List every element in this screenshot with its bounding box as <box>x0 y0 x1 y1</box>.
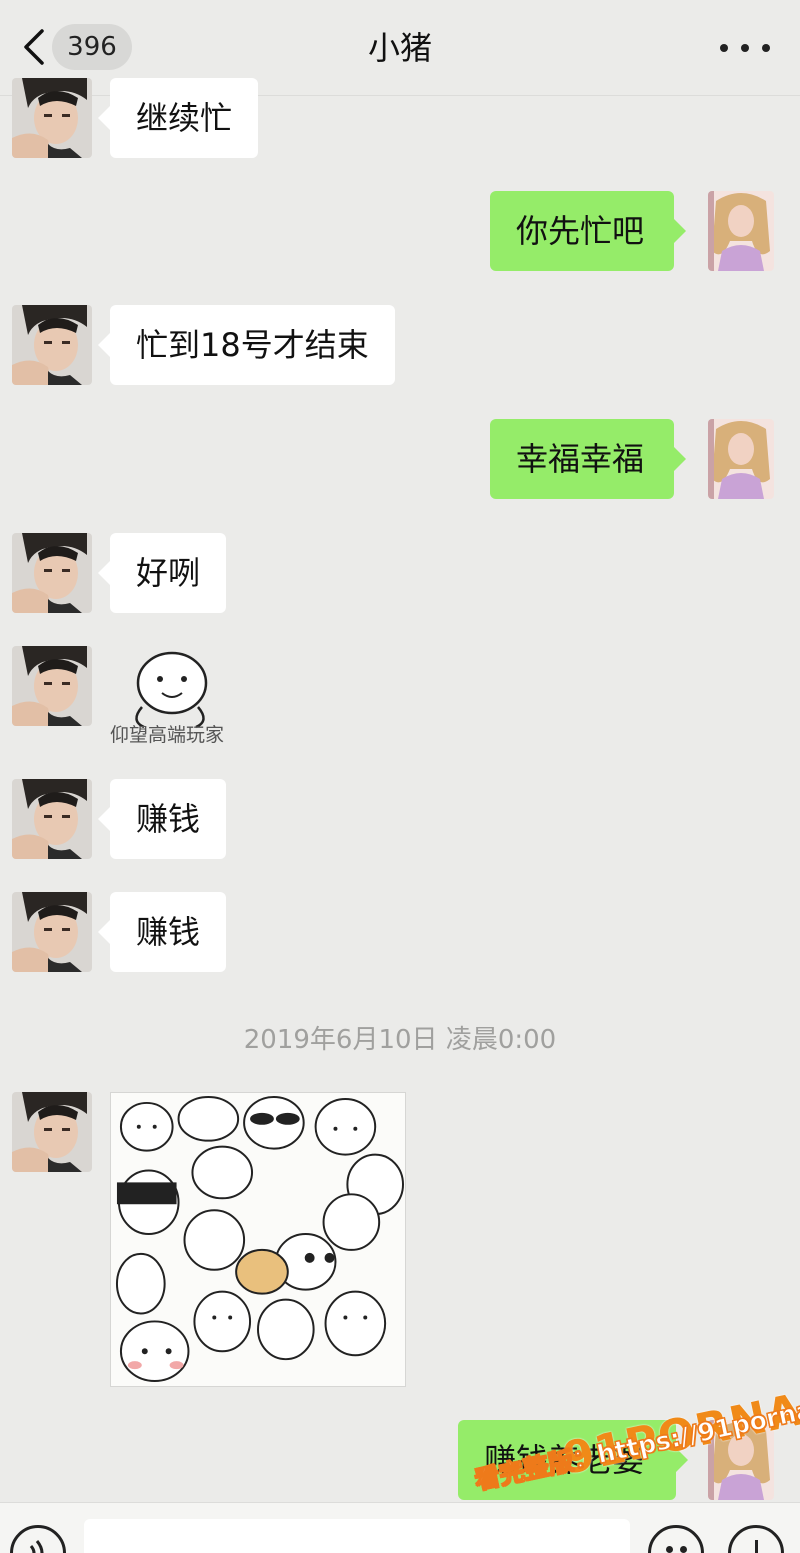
my-avatar[interactable] <box>708 191 774 271</box>
ellipsis-icon <box>720 44 728 52</box>
voice-icon <box>29 1540 44 1553</box>
message-bubble-outgoing[interactable]: 你先忙吧 <box>490 191 686 271</box>
contact-avatar[interactable] <box>12 305 92 385</box>
message-bubble-incoming[interactable]: 忙到18号才结束 <box>98 305 395 385</box>
message-timestamp: 2019年6月10日 凌晨0:00 <box>243 1025 557 1055</box>
input-bar <box>0 1502 800 1553</box>
message-bubble-incoming[interactable]: 赚钱 <box>97 779 227 859</box>
emoji-icon <box>666 1546 673 1553</box>
meme-image[interactable] <box>110 1092 406 1387</box>
contact-avatar[interactable] <box>12 892 92 972</box>
message-bubble-outgoing[interactable]: 幸福幸福 <box>490 419 686 499</box>
message-bubble-incoming[interactable]: 继续忙 <box>97 78 259 158</box>
contact-name: 小猪 <box>367 29 432 67</box>
sticker-caption: 仰望高端玩家 <box>110 724 225 746</box>
contact-avatar[interactable] <box>12 78 92 158</box>
message-bubble-incoming[interactable]: 赚钱 <box>97 892 227 972</box>
plus-button[interactable] <box>728 1525 784 1553</box>
contact-avatar[interactable] <box>12 779 92 859</box>
emoji-button[interactable] <box>648 1525 704 1553</box>
more-options-button[interactable] <box>720 30 770 66</box>
voice-button[interactable] <box>10 1525 66 1553</box>
message-input[interactable] <box>84 1519 630 1553</box>
contact-avatar[interactable] <box>12 533 92 613</box>
my-avatar[interactable] <box>708 419 774 499</box>
message-bubble-incoming[interactable]: 好咧 <box>97 533 227 613</box>
contact-avatar[interactable] <box>12 646 92 726</box>
contact-avatar[interactable] <box>12 1092 92 1172</box>
plus-icon <box>755 1540 758 1553</box>
